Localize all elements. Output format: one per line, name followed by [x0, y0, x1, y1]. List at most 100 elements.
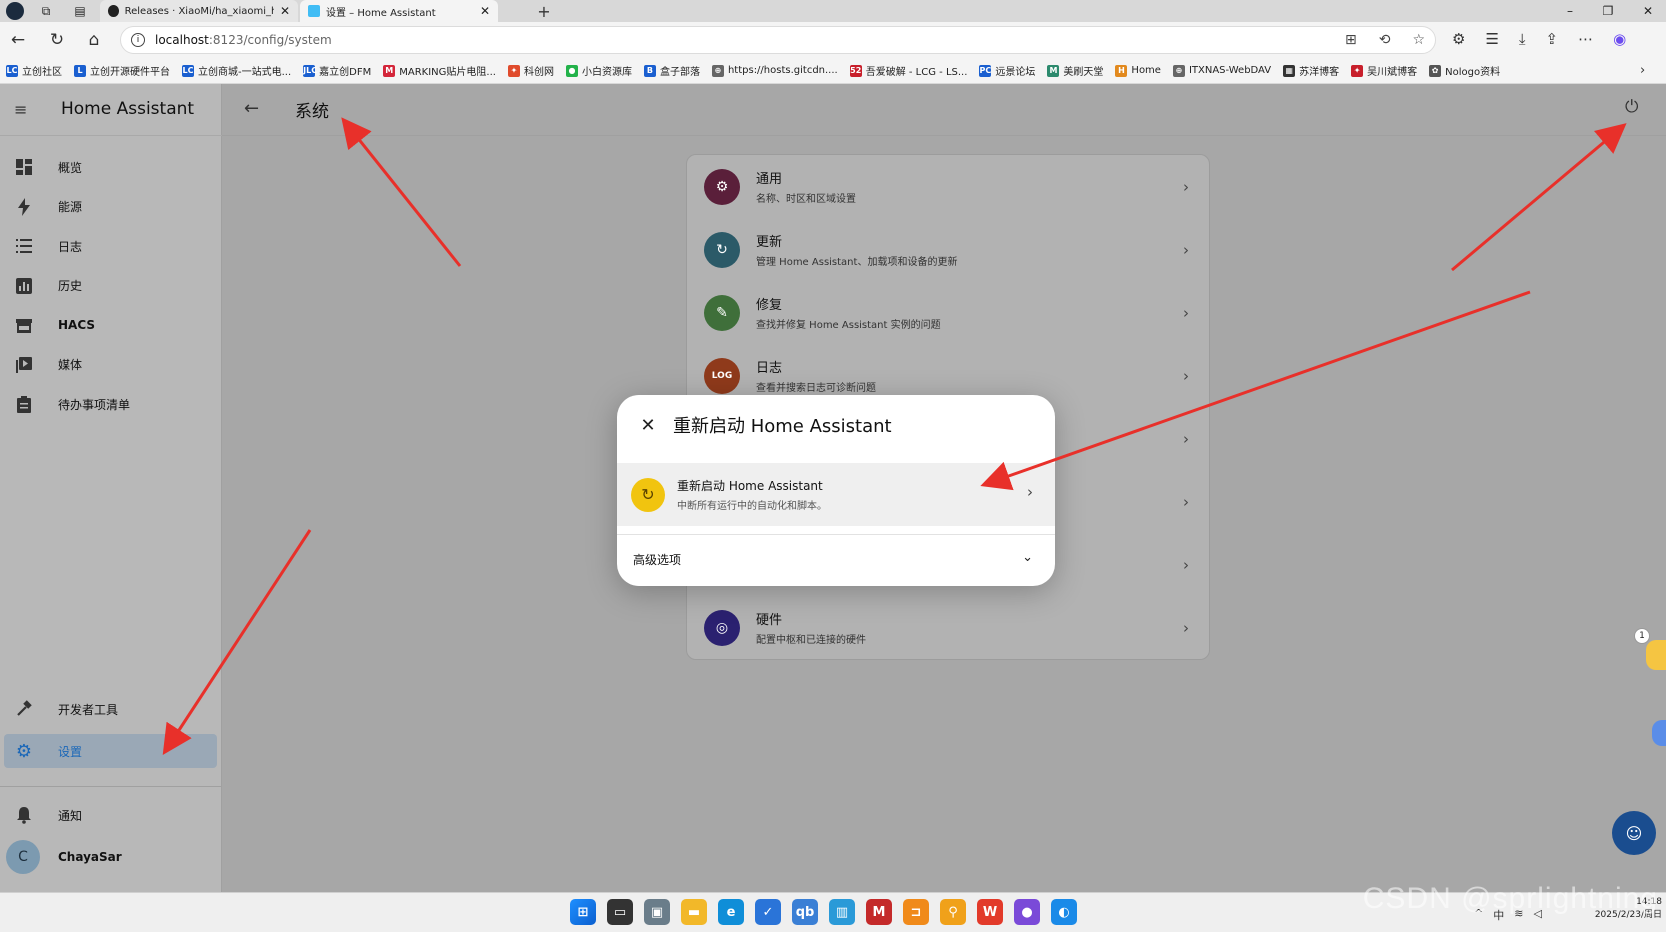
- bookmark-item[interactable]: ✦ 科创网: [507, 63, 554, 78]
- favorite-star-icon[interactable]: ☆: [1412, 32, 1425, 48]
- chart-icon: [14, 276, 34, 296]
- bookmark-item[interactable]: L 立创开源硬件平台: [74, 63, 170, 78]
- bookmark-item[interactable]: M MARKING贴片电阻...: [383, 63, 496, 78]
- restart-option[interactable]: ↻ 重新启动 Home Assistant 中断所有运行中的自动化和脚本。 ›: [617, 463, 1055, 526]
- row-subtitle: 名称、时区和区域设置: [756, 194, 856, 205]
- sidebar-header: ≡ Home Assistant: [0, 84, 222, 136]
- bookmark-item[interactable]: 52 吾爱破解 - LCG - LS...: [849, 63, 967, 78]
- bookmark-item[interactable]: ● 小白资源库: [565, 63, 632, 78]
- more-icon[interactable]: ⋯: [1578, 30, 1593, 48]
- sidebar-item-7[interactable]: 待办事项清单: [4, 387, 217, 421]
- app-icon-2[interactable]: ✓: [755, 899, 781, 925]
- sidebar-item-6[interactable]: 媒体: [4, 348, 217, 382]
- bookmark-item[interactable]: ▦ 苏洋博客: [1283, 63, 1339, 78]
- downloads-icon[interactable]: ⤓: [1519, 30, 1526, 48]
- sidebar-item-5[interactable]: HACS: [4, 308, 217, 342]
- sidebar-item-notifications[interactable]: 通知: [4, 798, 217, 832]
- arrow-to-title: [341, 117, 462, 267]
- qbittorrent-icon[interactable]: qb: [792, 899, 818, 925]
- row-updates[interactable]: ↻ 更新 管理 Home Assistant、加载项和设备的更新 ›: [687, 218, 1211, 281]
- bookmark-item[interactable]: LC 立创商城-一站式电...: [182, 63, 291, 78]
- hammer-icon: [14, 699, 34, 719]
- close-window-icon[interactable]: ✕: [1640, 3, 1656, 19]
- chat-assistant-button[interactable]: ☺: [1612, 811, 1656, 855]
- page-title: 系统: [295, 102, 329, 122]
- restore-icon[interactable]: ❐: [1600, 3, 1616, 19]
- advanced-options-expander[interactable]: 高级选项 ⌄: [617, 535, 1055, 584]
- tab-close-icon[interactable]: ✕: [280, 4, 290, 18]
- power-icon[interactable]: ⏻: [1625, 97, 1638, 117]
- sidebar-item-1[interactable]: 概览: [4, 150, 217, 184]
- bookmark-icon: B: [643, 64, 656, 77]
- github-icon: [108, 5, 119, 17]
- tab-close-icon[interactable]: ✕: [480, 4, 490, 18]
- favorites-icon[interactable]: ☰: [1485, 30, 1498, 48]
- refresh-icon[interactable]: ↻: [45, 28, 69, 52]
- sidebar-item-developer-tools[interactable]: 开发者工具: [4, 692, 217, 726]
- copilot-icon[interactable]: ◉: [1613, 30, 1626, 48]
- profile-icon[interactable]: [6, 2, 24, 20]
- sidebar-item-settings[interactable]: ⚙ 设置: [4, 734, 217, 768]
- app-icon-3[interactable]: ▥: [829, 899, 855, 925]
- bookmark-item[interactable]: ✦ 吴川斌博客: [1351, 63, 1417, 78]
- bookmark-item[interactable]: ⊕ https://hosts.gitcdn....: [711, 64, 838, 77]
- app-available-icon[interactable]: ⊞: [1345, 32, 1357, 48]
- bookmark-item[interactable]: ⊕ ITXNAS-WebDAV: [1172, 64, 1271, 77]
- start-icon[interactable]: ⊞: [570, 899, 596, 925]
- file-explorer-icon[interactable]: ▬: [681, 899, 707, 925]
- sidebar-item-user[interactable]: C ChayaSar: [4, 840, 217, 874]
- workspaces-icon[interactable]: ⧉: [38, 3, 54, 19]
- tab-settings[interactable]: 设置 – Home Assistant ✕: [300, 0, 498, 22]
- sidebar-item-3[interactable]: 日志: [4, 229, 217, 263]
- close-icon[interactable]: ✕: [637, 415, 659, 436]
- row-repairs[interactable]: ✎ 修复 查找并修复 Home Assistant 实例的问题 ›: [687, 281, 1211, 344]
- floating-widget[interactable]: [1646, 640, 1666, 670]
- bookmark-icon: LC: [182, 64, 194, 77]
- vertical-tabs-icon[interactable]: ▤: [72, 3, 88, 19]
- bookmark-item[interactable]: PC 远景论坛: [979, 63, 1035, 78]
- restart-dialog: ✕ 重新启动 Home Assistant ↻ 重新启动 Home Assist…: [617, 395, 1055, 586]
- app-icon-5[interactable]: ⊐: [903, 899, 929, 925]
- bookmark-item[interactable]: JLC 嘉立创DFM: [303, 63, 371, 78]
- bookmark-icon: 52: [849, 64, 862, 77]
- app-icon-7[interactable]: ◐: [1051, 899, 1077, 925]
- bookmarks-more-icon[interactable]: ›: [1640, 63, 1645, 78]
- wrench-icon: ✎: [704, 294, 740, 331]
- minimize-icon[interactable]: –: [1562, 3, 1578, 19]
- bookmark-item[interactable]: H Home: [1115, 64, 1161, 77]
- avatar: C: [6, 840, 40, 874]
- tab-releases[interactable]: Releases · XiaoMi/ha_xiaomi_hom ✕: [100, 0, 298, 22]
- extensions-icon[interactable]: ⚙: [1452, 30, 1465, 48]
- wps-icon[interactable]: W: [977, 899, 1003, 925]
- side-panel-toggle[interactable]: [1652, 720, 1666, 746]
- app-icon-4[interactable]: M: [866, 899, 892, 925]
- bookmark-label: Nologo资料: [1445, 67, 1501, 78]
- back-icon[interactable]: ←: [6, 28, 30, 52]
- back-arrow-icon[interactable]: ←: [244, 98, 259, 119]
- bookmark-icon: M: [1047, 64, 1060, 77]
- share-icon[interactable]: ⇪: [1546, 30, 1559, 48]
- advanced-options-label: 高级选项: [633, 553, 682, 567]
- menu-collapse-icon[interactable]: ≡: [14, 100, 27, 119]
- new-tab-button[interactable]: +: [534, 0, 554, 22]
- info-icon[interactable]: i: [131, 33, 145, 47]
- taskview-icon[interactable]: ▭: [607, 899, 633, 925]
- bookmark-item[interactable]: ✿ Nologo资料: [1429, 63, 1500, 78]
- sidebar-item-4[interactable]: 历史: [4, 269, 217, 303]
- edge-icon[interactable]: e: [718, 899, 744, 925]
- app-icon-1[interactable]: ▣: [644, 899, 670, 925]
- bookmark-item[interactable]: M 美刷天堂: [1047, 63, 1103, 78]
- address-bar[interactable]: i localhost:8123/config/system ⊞ ⟲ ☆: [120, 26, 1436, 54]
- bookmark-item[interactable]: LC 立创社区: [6, 63, 62, 78]
- translate-icon[interactable]: ⟲: [1379, 32, 1391, 48]
- url-text: localhost:8123/config/system: [155, 33, 332, 47]
- sidebar-item-2[interactable]: 能源: [4, 190, 217, 224]
- app-icon-6[interactable]: ●: [1014, 899, 1040, 925]
- bookmark-item[interactable]: B 盒子部落: [643, 63, 700, 78]
- home-icon[interactable]: ⌂: [82, 28, 106, 52]
- bookmark-icon: M: [383, 64, 396, 77]
- row-general[interactable]: ⚙ 通用 名称、时区和区域设置 ›: [687, 155, 1211, 218]
- search-app-icon[interactable]: ⚲: [940, 899, 966, 925]
- sidebar-item-label: 历史: [58, 279, 83, 293]
- row-hardware[interactable]: ◎ 硬件 配置中枢和已连接的硬件 ›: [687, 596, 1211, 659]
